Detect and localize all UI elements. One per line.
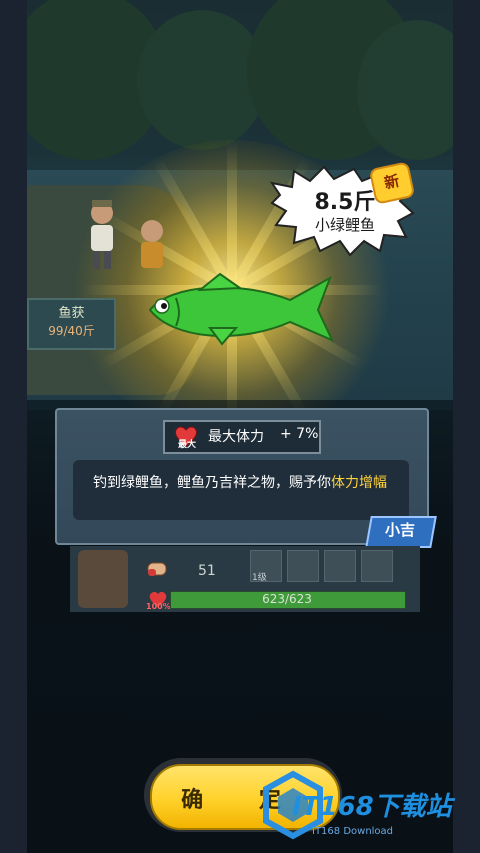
left-frame bbox=[0, 0, 27, 853]
description-text: 钓到绿鲤鱼，鲤鱼乃吉祥之物，赐予你 bbox=[93, 475, 331, 491]
catch-weight-panel: 鱼获 99/40斤 bbox=[27, 298, 116, 350]
watermark-sub: IT168 Download bbox=[312, 826, 394, 837]
catch-count: 99/40斤 bbox=[48, 324, 95, 338]
buff-description: 钓到绿鲤鱼，鲤鱼乃吉祥之物，赐予你体力增幅 bbox=[55, 472, 425, 492]
description-highlight: 体力增幅 bbox=[331, 475, 387, 491]
green-carp-fish bbox=[148, 272, 335, 346]
companion-character bbox=[141, 220, 163, 268]
fist-icon bbox=[147, 562, 167, 576]
hp-percent-label: 100% bbox=[146, 602, 171, 611]
buff-small-label: 最大 bbox=[178, 440, 197, 450]
luck-label: 小吉 bbox=[384, 521, 415, 539]
equipment-slot[interactable] bbox=[361, 550, 393, 582]
catch-title: 鱼获 bbox=[58, 306, 85, 321]
fish-name: 小绿鲤鱼 bbox=[314, 216, 375, 234]
equipment-slot[interactable] bbox=[287, 550, 319, 582]
weapon-level: 1级 bbox=[252, 573, 267, 583]
buff-name: 最大体力 bbox=[208, 429, 264, 445]
player-avatar bbox=[78, 550, 128, 608]
right-frame bbox=[453, 0, 480, 853]
watermark-text: IT168下载站 bbox=[292, 792, 452, 822]
hp-text: 623/623 bbox=[262, 592, 312, 606]
fisherman-character bbox=[91, 200, 113, 269]
buff-value: + 7% bbox=[280, 426, 319, 442]
attack-value: 51 bbox=[198, 563, 216, 579]
equipment-slot[interactable] bbox=[324, 550, 356, 582]
